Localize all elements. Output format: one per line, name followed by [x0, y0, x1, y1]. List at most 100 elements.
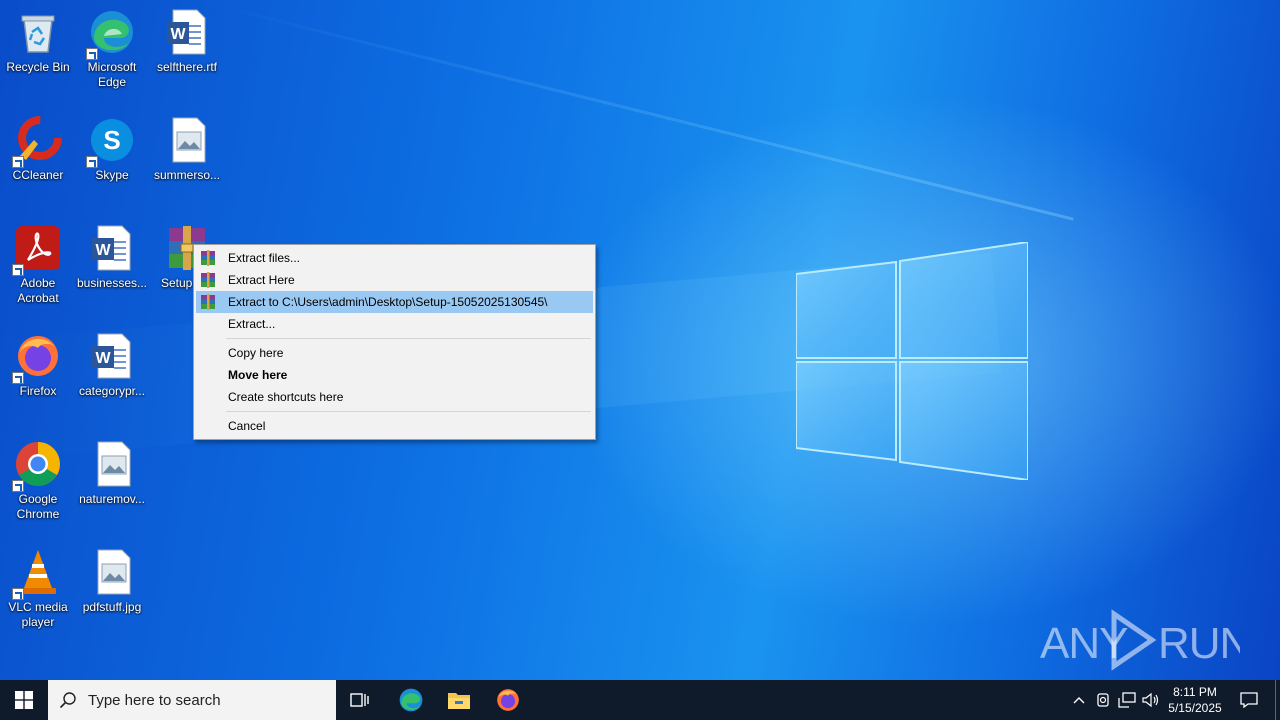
winrar-icon [201, 294, 215, 310]
desktop-icon-label: Recycle Bin [6, 60, 70, 74]
volume-button[interactable] [1140, 680, 1162, 720]
desktop-icon-label: VLC media player [8, 600, 68, 629]
menu-item-label: Extract files... [228, 251, 301, 265]
task-view-icon [350, 693, 369, 707]
image-file-icon [172, 117, 206, 163]
desktop-icon-label: summerso... [153, 168, 220, 182]
desktop-icon-selfthere[interactable]: W selfthere.rtf [149, 8, 225, 75]
desktop-icon-businesses[interactable]: W businesses... [74, 224, 150, 291]
context-menu: Extract files... Extract Here Extract to… [193, 244, 596, 440]
desktop-icon-label: categorypr... [78, 384, 146, 398]
clock-date: 5/15/2025 [1168, 701, 1222, 715]
device-icon [1097, 693, 1109, 707]
svg-text:RUN: RUN [1158, 619, 1240, 668]
shortcut-arrow-icon [12, 372, 24, 384]
menu-separator [226, 411, 591, 412]
desktop-icon-skype[interactable]: S Skype [74, 116, 150, 183]
recycle-bin-icon [21, 15, 55, 53]
desktop-icon-label: Skype [95, 168, 129, 182]
desktop-icon-recycle-bin[interactable]: Recycle Bin [0, 8, 76, 75]
desktop-icon-google-chrome[interactable]: Google Chrome [0, 440, 76, 522]
desktop-icon-naturemov[interactable]: naturemov... [74, 440, 150, 507]
menu-item-extract-files[interactable]: Extract files... [196, 247, 593, 269]
desktop-icon-categorypr[interactable]: W categorypr... [74, 332, 150, 399]
shortcut-arrow-icon [12, 588, 24, 600]
desktop-icon-ccleaner[interactable]: CCleaner [0, 116, 76, 183]
desktop[interactable]: Recycle Bin CCleaner Adobe Acrobat Firef… [0, 0, 1280, 680]
search-icon [59, 692, 76, 709]
desktop-icon-label: Microsoft Edge [87, 60, 137, 89]
search-placeholder: Type here to search [88, 691, 221, 709]
desktop-icon-summerso[interactable]: summerso... [149, 116, 225, 183]
desktop-icon-label: Google Chrome [16, 492, 60, 521]
desktop-icon-label: Adobe Acrobat [17, 276, 59, 305]
network-icon [1118, 692, 1136, 708]
desktop-icon-firefox[interactable]: Firefox [0, 332, 76, 399]
light-beam [199, 0, 1074, 221]
desktop-icon-vlc[interactable]: VLC media player [0, 548, 76, 630]
taskbar-edge-button[interactable] [390, 680, 432, 720]
shortcut-arrow-icon [12, 156, 24, 168]
winrar-icon [201, 250, 215, 266]
menu-item-label: Extract to C:\Users\admin\Desktop\Setup-… [228, 295, 548, 309]
start-button[interactable] [0, 680, 48, 720]
windows-logo-wallpaper [796, 242, 1028, 480]
speaker-icon [1142, 692, 1159, 708]
desktop-icon-adobe-acrobat[interactable]: Adobe Acrobat [0, 224, 76, 306]
image-file-icon [97, 549, 131, 595]
shortcut-arrow-icon [12, 264, 24, 276]
menu-separator [226, 338, 591, 339]
winrar-icon [201, 272, 215, 288]
menu-item-label: Extract Here [228, 273, 295, 287]
anyrun-watermark-logo: ANY RUN [1040, 609, 1240, 671]
notification-icon [1240, 692, 1258, 708]
task-view-button[interactable] [340, 680, 380, 720]
menu-item-extract[interactable]: Extract... [196, 313, 593, 335]
word-document-icon: W [92, 225, 131, 271]
desktop-icon-label: businesses... [76, 276, 148, 290]
taskbar-clock[interactable]: 8:11 PM 5/15/2025 [1160, 680, 1230, 720]
menu-item-label: Create shortcuts here [228, 390, 344, 404]
chevron-up-icon [1073, 697, 1085, 704]
desktop-icon-label: selfthere.rtf [156, 60, 218, 74]
taskbar-firefox-button[interactable] [486, 680, 530, 720]
shortcut-arrow-icon [12, 480, 24, 492]
action-center-button[interactable] [1234, 680, 1264, 720]
tray-device-button[interactable] [1092, 680, 1114, 720]
menu-item-label: Move here [228, 368, 288, 382]
svg-text:W: W [95, 242, 111, 259]
shortcut-arrow-icon [86, 48, 98, 60]
file-explorer-icon [448, 693, 470, 709]
taskbar-file-explorer-button[interactable] [438, 680, 480, 720]
show-hidden-icons-button[interactable] [1068, 680, 1090, 720]
show-desktop-divider[interactable] [1275, 680, 1276, 720]
svg-text:W: W [95, 350, 111, 367]
menu-item-label: Copy here [228, 346, 284, 360]
svg-text:S: S [103, 125, 120, 155]
windows-start-icon [15, 691, 33, 709]
taskbar-search-box[interactable]: Type here to search [48, 680, 336, 720]
word-document-icon: W [167, 9, 206, 55]
menu-item-move-here[interactable]: Move here [196, 364, 593, 386]
shortcut-arrow-icon [86, 156, 98, 168]
clock-time: 8:11 PM [1173, 685, 1217, 699]
menu-item-cancel[interactable]: Cancel [196, 415, 593, 437]
menu-item-extract-to-folder[interactable]: Extract to C:\Users\admin\Desktop\Setup-… [196, 291, 593, 313]
desktop-icon-label: CCleaner [12, 168, 64, 182]
svg-text:W: W [170, 26, 186, 43]
image-file-icon [97, 441, 131, 487]
menu-item-create-shortcuts-here[interactable]: Create shortcuts here [196, 386, 593, 408]
menu-item-label: Cancel [228, 419, 266, 433]
network-button[interactable] [1116, 680, 1138, 720]
desktop-icon-label: Firefox [19, 384, 57, 398]
desktop-icon-pdfstuff[interactable]: pdfstuff.jpg [74, 548, 150, 615]
desktop-icon-microsoft-edge[interactable]: Microsoft Edge [74, 8, 150, 90]
firefox-icon [497, 689, 519, 711]
menu-item-copy-here[interactable]: Copy here [196, 342, 593, 364]
edge-icon [399, 688, 423, 712]
desktop-icon-label: naturemov... [79, 492, 145, 506]
taskbar: Type here to search 8:11 PM 5/15/2025 [0, 680, 1280, 720]
menu-item-extract-here[interactable]: Extract Here [196, 269, 593, 291]
menu-item-label: Extract... [228, 317, 276, 331]
word-document-icon: W [92, 333, 131, 379]
